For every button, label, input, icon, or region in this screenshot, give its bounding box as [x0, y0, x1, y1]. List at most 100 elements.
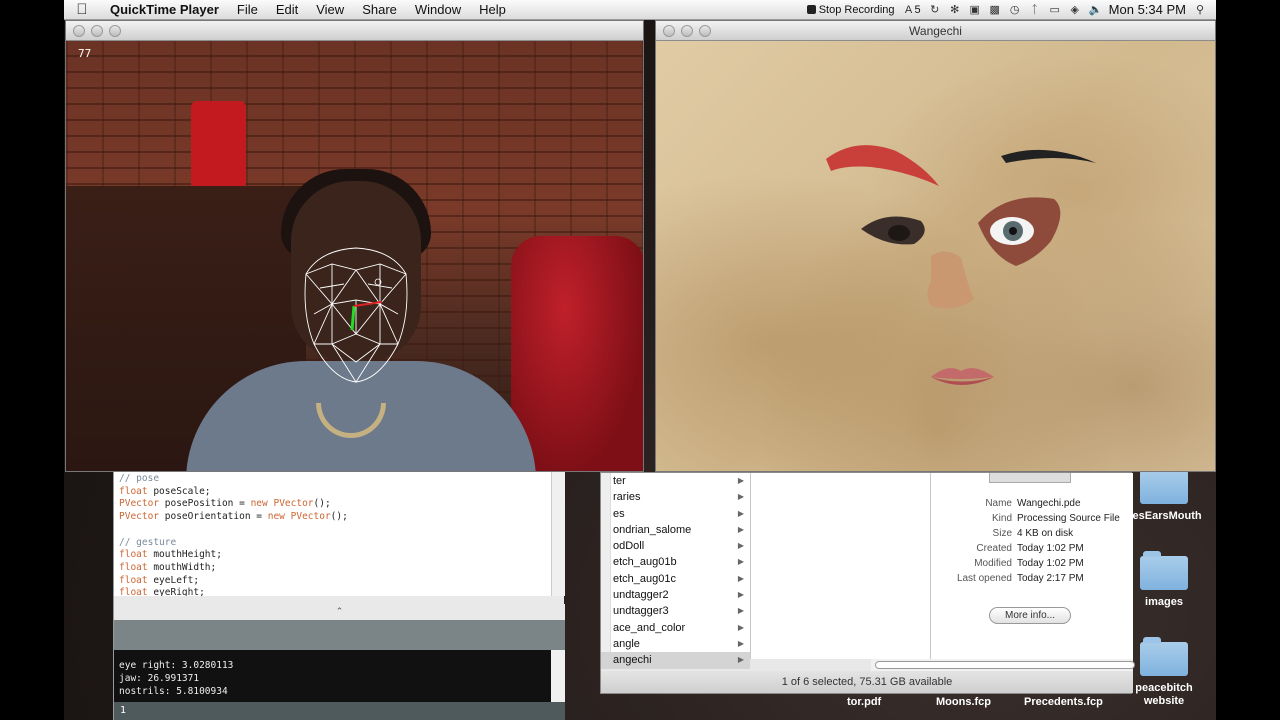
sync-icon[interactable]: ↻: [929, 3, 941, 16]
code-line: float poseScale;: [119, 486, 546, 499]
code-editor[interactable]: // pose float poseScale; PVector posePosit…: [114, 472, 551, 596]
finder-file-list: ter ▶ raries ▶ es ▶ ondrian_salome ▶ odDoll ▶ etch…: [601, 473, 750, 669]
menu-window[interactable]: Window: [406, 2, 470, 17]
code-token: ();: [330, 511, 348, 523]
editor-splitter[interactable]: ⌃: [114, 604, 565, 620]
code-token: ();: [313, 498, 331, 510]
zoom-icon[interactable]: [109, 25, 121, 37]
finder-list-item[interactable]: etch_aug01c ▶: [601, 571, 750, 587]
finder-status-bar: 1 of 6 selected, 75.31 GB available: [601, 671, 1133, 693]
menu-file[interactable]: File: [228, 2, 267, 17]
info-key: Size: [992, 528, 1012, 539]
folder-icon: [1140, 637, 1188, 676]
network-icon[interactable]: ✻: [949, 3, 961, 16]
finder-item-label: odDoll: [613, 540, 645, 553]
menu-share[interactable]: Share: [353, 2, 406, 17]
spotlight-search-icon[interactable]: ⚲: [1194, 3, 1206, 16]
code-line: float mouthHeight;: [119, 549, 546, 562]
info-key: Modified: [974, 558, 1012, 569]
face-window-titlebar[interactable]: Wangechi: [656, 21, 1215, 41]
info-row: Kind Processing Source File: [931, 512, 1133, 525]
finder-list-item[interactable]: angle ▶: [601, 636, 750, 652]
code-scrollbar[interactable]: [551, 472, 565, 596]
code-line: // gesture: [119, 537, 546, 550]
code-token: poseScale;: [147, 485, 211, 497]
code-token: // gesture: [119, 536, 177, 548]
desktop-file-precedents[interactable]: Precedents.fcp: [1024, 696, 1103, 708]
wifi-icon[interactable]: ◈: [1069, 3, 1081, 16]
console-output[interactable]: eye right: 3.0280113 jaw: 26.991371 nostri…: [114, 650, 551, 702]
time-machine-icon[interactable]: ◷: [1009, 3, 1021, 16]
close-icon[interactable]: [73, 25, 85, 37]
info-row: Modified Today 1:02 PM: [931, 557, 1133, 570]
menu-help[interactable]: Help: [470, 2, 515, 17]
finder-list-item[interactable]: undtagger2 ▶: [601, 587, 750, 603]
red-bag: [191, 101, 246, 186]
finder-list-item[interactable]: undtagger3 ▶: [601, 603, 750, 619]
minimize-icon[interactable]: [681, 25, 693, 37]
display-icon[interactable]: ▣: [969, 3, 981, 16]
code-line: float mouthWidth;: [119, 562, 546, 575]
code-token: PVector: [119, 511, 160, 523]
stop-recording-button[interactable]: Stop Recording: [806, 3, 895, 16]
more-info-button[interactable]: More info...: [989, 607, 1071, 624]
finder-list-item[interactable]: odDoll ▶: [601, 538, 750, 554]
bluetooth-icon[interactable]: ᛏ: [1029, 4, 1041, 16]
finder-list-item[interactable]: es ▶: [601, 506, 750, 522]
zoom-icon[interactable]: [699, 25, 711, 37]
code-token: float: [119, 574, 148, 586]
finder-horizontal-scrollbar[interactable]: [871, 659, 1135, 671]
right-eye-pupil: [1009, 227, 1017, 235]
face-window-title: Wangechi: [909, 24, 962, 38]
face-collage-canvas: [656, 41, 1215, 471]
disclosure-arrow-icon: ▶: [737, 606, 744, 616]
adobe-updater[interactable]: A5: [903, 4, 921, 16]
code-token: float: [119, 485, 148, 497]
finder-list-item[interactable]: ter ▶: [601, 473, 750, 489]
finder-item-label: raries: [613, 491, 641, 504]
menu-view[interactable]: View: [307, 2, 353, 17]
info-row: Size 4 KB on disk: [931, 527, 1133, 540]
code-token: new: [250, 498, 268, 510]
desktop-folder-label: peacebitch website: [1135, 682, 1193, 707]
stop-recording-label: Stop Recording: [818, 3, 895, 16]
code-token: eyeLeft;: [147, 574, 200, 586]
webcam-titlebar[interactable]: [66, 21, 643, 41]
code-token: PVector: [273, 498, 314, 510]
desktop-file-pdf[interactable]: tor.pdf: [847, 696, 881, 708]
info-value: 4 KB on disk: [1017, 528, 1074, 539]
disclosure-arrow-icon: ▶: [737, 492, 744, 502]
volume-icon[interactable]: 🔈: [1089, 3, 1103, 16]
console-scrollbar[interactable]: [551, 650, 565, 702]
code-token: float: [119, 587, 148, 596]
battery-status-icon[interactable]: ▩: [989, 3, 1001, 16]
finder-list-item[interactable]: ace_and_color ▶: [601, 620, 750, 636]
close-icon[interactable]: [663, 25, 675, 37]
finder-list-item[interactable]: ondrian_salome ▶: [601, 522, 750, 538]
desktop-folder-peacebitch[interactable]: peacebitch website: [1116, 637, 1212, 708]
folder-icon: [1140, 551, 1188, 590]
menu-bar:  QuickTime Player File Edit View Share …: [64, 0, 1216, 20]
menu-edit[interactable]: Edit: [267, 2, 307, 17]
finder-window: ter ▶ raries ▶ es ▶ ondrian_salome ▶ odDoll ▶ etch…: [600, 472, 1135, 694]
menu-clock[interactable]: Mon 5:34 PM: [1109, 2, 1186, 17]
desktop-folder-yesearsmouth[interactable]: yesEarsMouth: [1116, 465, 1212, 523]
finder-item-label: es: [613, 507, 625, 520]
finder-list-item[interactable]: raries ▶: [601, 489, 750, 505]
finder-list-item[interactable]: angechi ▶: [601, 652, 750, 669]
menu-app-name[interactable]: QuickTime Player: [100, 2, 228, 17]
info-row: Created Today 1:02 PM: [931, 542, 1133, 555]
apple-icon[interactable]: : [64, 1, 100, 18]
info-value: Today 1:02 PM: [1017, 543, 1084, 554]
desktop-folder-images[interactable]: images: [1116, 551, 1212, 609]
battery-icon[interactable]: ▭: [1049, 3, 1061, 16]
left-eye-iris: [888, 225, 910, 241]
desktop-file-moons[interactable]: Moons.fcp: [936, 696, 991, 708]
code-token: eyeRight;: [147, 587, 205, 596]
window-controls: [73, 25, 121, 37]
scrollbar-thumb[interactable]: [875, 661, 1135, 669]
red-chair: [511, 236, 643, 471]
finder-list-item[interactable]: etch_aug01b ▶: [601, 554, 750, 570]
code-token: PVector: [119, 498, 160, 510]
minimize-icon[interactable]: [91, 25, 103, 37]
